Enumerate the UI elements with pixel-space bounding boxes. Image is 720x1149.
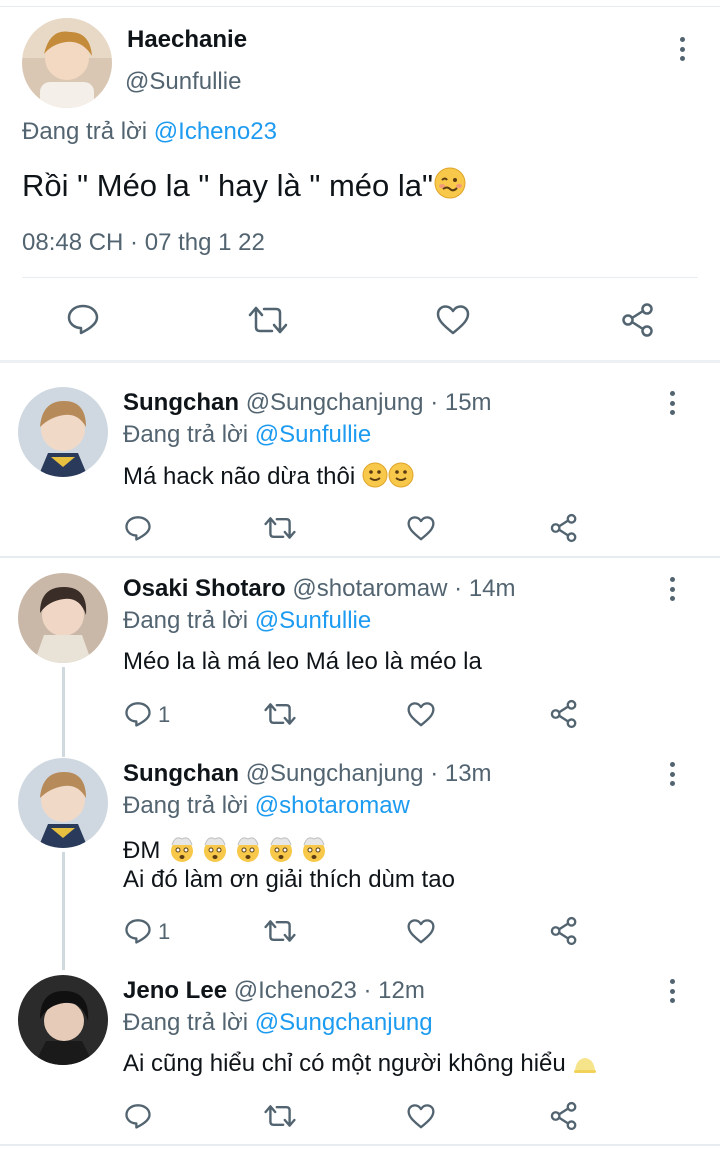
handle[interactable]: @Sungchanjung [246,760,424,787]
reply-text: Má hack não dừa thôi [123,463,356,490]
share-icon[interactable] [549,1101,579,1131]
reply-count: 1 [158,919,171,944]
like-icon[interactable] [407,701,435,728]
reply-time[interactable]: · 14m [447,575,515,602]
woozy-face-emoji-icon [433,166,467,208]
thread-line [62,667,65,757]
reply-icon[interactable] [124,917,152,945]
reply-time[interactable]: · 13m [424,760,491,787]
reply-text-line-2: Ai đó làm ơn giải thích dùm tao [123,866,455,893]
main-tweet-text-line: Rồi " Méo la " hay là " méo la" [22,166,467,208]
main-display-name[interactable]: Haechanie [127,26,247,54]
share-icon[interactable] [549,513,579,543]
reply-text: Ai cũng hiểu chỉ có một người không hiểu [123,1050,566,1077]
top-divider [0,6,720,7]
reply-text-line: Má hack não dừa thôi [123,462,414,495]
thread-line [62,852,65,970]
replying-to-link[interactable]: @Sunfullie [255,607,371,634]
section-divider [0,360,720,363]
retweet-icon[interactable] [264,919,296,943]
display-name[interactable]: Jeno Lee [123,977,227,1004]
reply-icon[interactable] [124,700,152,728]
like-icon[interactable] [407,918,435,945]
main-handle[interactable]: @Sunfullie [125,68,241,96]
reply-text: ĐM [123,837,161,864]
bell-emoji-icon [572,1053,598,1082]
main-timestamp[interactable]: 08:48 CH · 07 thg 1 22 [22,229,265,257]
reply-icon[interactable] [124,514,152,542]
more-options-icon[interactable] [668,577,676,601]
like-icon[interactable] [436,304,470,336]
replying-prefix: Đang trả lời [22,118,154,145]
replying-to-link[interactable]: @Sungchanjung [255,1009,433,1036]
more-options-icon[interactable] [668,979,676,1003]
avatar[interactable] [18,387,108,477]
avatar[interactable] [18,975,108,1065]
slightly-smiling-face-icon [362,462,388,495]
main-divider [22,277,698,278]
like-icon[interactable] [407,1103,435,1130]
display-name[interactable]: Sungchan [123,389,239,416]
retweet-icon[interactable] [264,1104,296,1128]
display-name[interactable]: Sungchan [123,760,239,787]
replying-to-link[interactable]: @shotaromaw [255,792,410,819]
reply-header: Sungchan @Sungchanjung · 13m [123,760,492,788]
more-options-icon[interactable] [668,762,676,786]
avatar[interactable] [18,758,108,848]
share-icon[interactable] [620,302,656,338]
avatar[interactable] [18,573,108,663]
replying-prefix: Đang trả lời [123,421,255,448]
reply-header: Jeno Lee @Icheno23 · 12m [123,977,425,1005]
more-options-icon[interactable] [668,391,676,415]
reply-text-line: ĐM [123,833,333,870]
reply-icon[interactable] [124,1102,152,1130]
avatar-image [18,758,108,848]
replying-to-link[interactable]: @Icheno23 [154,118,277,145]
more-options-icon[interactable] [678,37,686,61]
reply-time[interactable]: · 15m [424,389,491,416]
avatar-image [18,387,108,477]
replying-to-line: Đang trả lời @shotaromaw [123,792,410,820]
replying-prefix: Đang trả lời [123,1009,255,1036]
avatar-image [22,18,112,108]
avatar[interactable] [22,18,112,108]
reply-divider [0,556,720,558]
reply-count: 1 [158,702,171,727]
retweet-icon[interactable] [248,305,288,335]
reply-time[interactable]: · 12m [357,977,425,1004]
reply-text-line: Ai cũng hiểu chỉ có một người không hiểu [123,1050,598,1082]
replying-to-line: Đang trả lời @Sunfullie [123,607,371,635]
slightly-smiling-face-icon [388,462,414,495]
display-name[interactable]: Osaki Shotaro [123,575,286,602]
main-tweet-text: Rồi " Méo la " hay là " méo la" [22,168,434,203]
avatar-image [18,975,108,1065]
exploding-head-emoji-icon [167,833,333,870]
retweet-icon[interactable] [264,702,296,726]
replying-to-line: Đang trả lời @Sunfullie [123,421,371,449]
bottom-divider [0,1144,720,1146]
replying-to-link[interactable]: @Sunfullie [255,421,371,448]
like-icon[interactable] [407,515,435,542]
reply-header: Sungchan @Sungchanjung · 15m [123,389,492,417]
reply-text: Méo la là má leo Má leo là méo la [123,648,482,675]
replying-to-line: Đang trả lời @Icheno23 [22,118,277,146]
replying-prefix: Đang trả lời [123,792,255,819]
replying-prefix: Đang trả lời [123,607,255,634]
retweet-icon[interactable] [264,516,296,540]
reply-header: Osaki Shotaro @shotaromaw · 14m [123,575,516,603]
handle[interactable]: @Sungchanjung [246,389,424,416]
handle[interactable]: @shotaromaw [292,575,447,602]
avatar-image [18,573,108,663]
handle[interactable]: @Icheno23 [234,977,357,1004]
share-icon[interactable] [549,916,579,946]
share-icon[interactable] [549,699,579,729]
replying-to-line: Đang trả lời @Sungchanjung [123,1009,433,1037]
reply-icon[interactable] [66,303,100,335]
